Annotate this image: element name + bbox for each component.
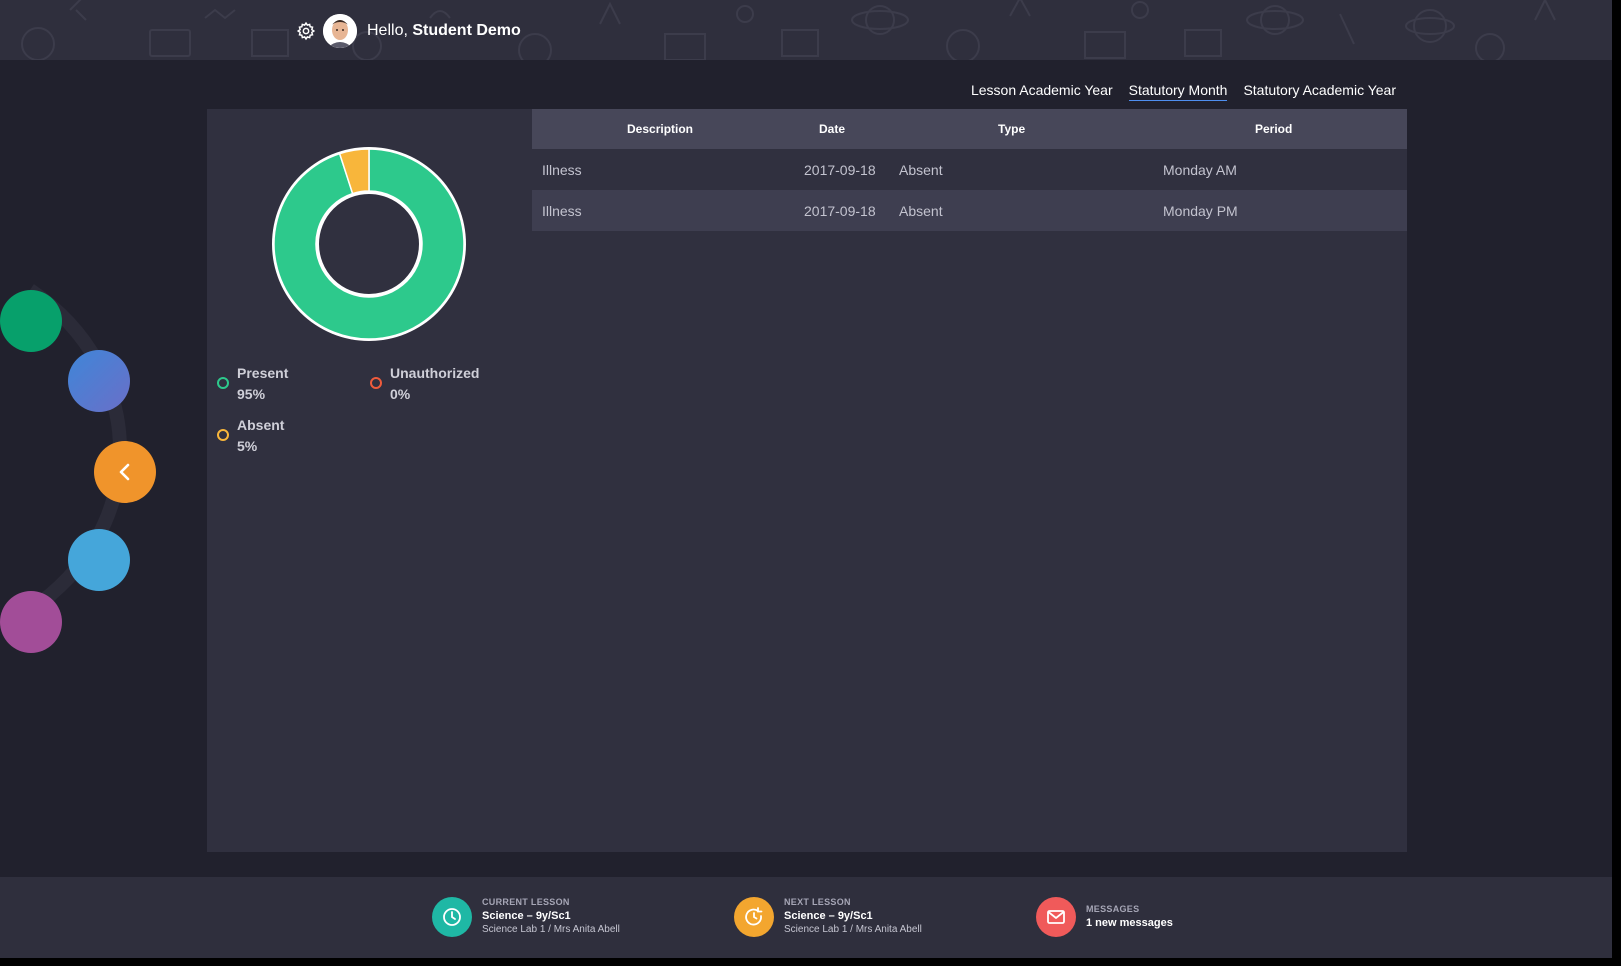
next-lesson-text: NEXT LESSON Science – 9y/Sc1 Science Lab… — [784, 896, 922, 937]
messages-title: 1 new messages — [1086, 917, 1173, 929]
greeting-text: Hello, Student Demo — [367, 21, 521, 41]
settings-gear-icon[interactable] — [296, 21, 316, 41]
legend-absent-value: 5% — [237, 438, 258, 454]
table-row[interactable]: Illness 2017-09-18 Absent Monday AM — [532, 149, 1407, 190]
tab-lesson-academic-year[interactable]: Lesson Academic Year — [971, 82, 1113, 101]
tab-statutory-month[interactable]: Statutory Month — [1128, 82, 1228, 101]
legend-unauthorized-label: Unauthorized — [390, 365, 480, 381]
absence-table: Description Date Type Period Illness 201… — [532, 109, 1407, 231]
tab-statutory-academic-year[interactable]: Statutory Academic Year — [1243, 82, 1396, 101]
legend-absent-dot-icon — [217, 429, 229, 441]
legend-present-dot-icon — [217, 377, 229, 389]
legend-unauthorized-dot-icon — [370, 377, 382, 389]
clock-icon — [432, 897, 472, 937]
header-bar: Hello, Student Demo — [0, 0, 1612, 60]
footer-bar: CURRENT LESSON Science – 9y/Sc1 Science … — [0, 877, 1612, 958]
cell-date: 2017-09-18 — [804, 162, 876, 178]
legend-unauthorized-value: 0% — [390, 386, 411, 402]
cell-type: Absent — [899, 203, 943, 219]
column-header-date[interactable]: Date — [819, 122, 845, 136]
clock-refresh-icon — [734, 897, 774, 937]
filter-tabs: Lesson Academic Year Statutory Month Sta… — [971, 82, 1396, 101]
nav-back-button[interactable] — [94, 441, 156, 503]
nav-circle-green[interactable] — [0, 290, 62, 352]
doodle-background — [21, 0, 1556, 60]
legend-present-value: 95% — [237, 386, 266, 402]
legend-absent-label: Absent — [237, 417, 285, 433]
current-lesson-label: CURRENT LESSON — [482, 897, 570, 907]
current-lesson-text: CURRENT LESSON Science – 9y/Sc1 Science … — [482, 896, 620, 937]
next-lesson-label: NEXT LESSON — [784, 897, 851, 907]
donut-hole — [317, 192, 421, 296]
table-header: Description Date Type Period — [532, 109, 1407, 149]
user-avatar[interactable] — [323, 14, 357, 48]
cell-type: Absent — [899, 162, 943, 178]
messages-label: MESSAGES — [1086, 904, 1140, 914]
table-row[interactable]: Illness 2017-09-18 Absent Monday PM — [532, 190, 1407, 231]
avatar-image — [323, 14, 357, 48]
messages-text: MESSAGES 1 new messages — [1086, 903, 1173, 930]
greeting-prefix: Hello, — [367, 22, 413, 39]
user-name: Student Demo — [412, 22, 521, 39]
column-header-description[interactable]: Description — [627, 122, 693, 136]
cell-description: Illness — [542, 203, 582, 219]
current-lesson-title: Science – 9y/Sc1 — [482, 910, 571, 922]
nav-circle-blue[interactable] — [68, 350, 130, 412]
attendance-donut-chart — [272, 147, 466, 341]
cell-period: Monday AM — [1163, 162, 1237, 178]
app-window: Hello, Student Demo Lesson Academic Year… — [0, 0, 1612, 958]
chevron-left-icon — [119, 463, 130, 481]
column-header-period[interactable]: Period — [1255, 122, 1292, 136]
next-lesson-title: Science – 9y/Sc1 — [784, 910, 873, 922]
current-lesson-subtitle: Science Lab 1 / Mrs Anita Abell — [482, 924, 620, 935]
cell-period: Monday PM — [1163, 203, 1238, 219]
cell-date: 2017-09-18 — [804, 203, 876, 219]
envelope-icon — [1036, 897, 1076, 937]
nav-circle-purple[interactable] — [0, 591, 62, 653]
cell-description: Illness — [542, 162, 582, 178]
column-header-type[interactable]: Type — [998, 122, 1025, 136]
legend-present-label: Present — [237, 365, 289, 381]
next-lesson-subtitle: Science Lab 1 / Mrs Anita Abell — [784, 924, 922, 935]
nav-circle-light-blue[interactable] — [68, 529, 130, 591]
attendance-panel: Present 95% Unauthorized 0% Absent 5% De… — [207, 109, 1407, 852]
